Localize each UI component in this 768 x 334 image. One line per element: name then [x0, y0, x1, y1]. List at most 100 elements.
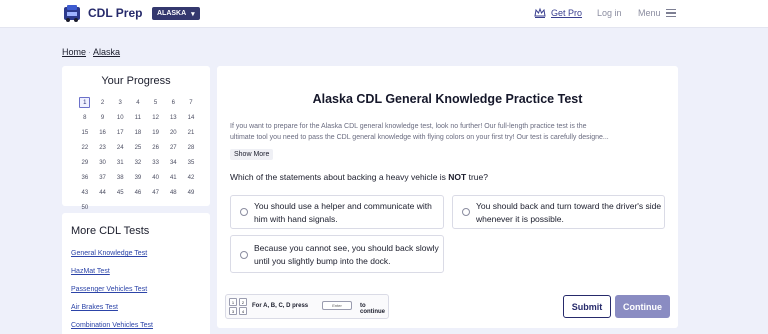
key-1: 1	[229, 298, 237, 306]
question-number-cell[interactable]: 17	[111, 125, 129, 140]
answer-option-c[interactable]: Because you cannot see, you should back …	[230, 235, 444, 273]
more-tests-list: General Knowledge Test HazMat Test Passeng…	[71, 249, 153, 334]
truck-logo-icon[interactable]	[62, 3, 82, 23]
submit-button[interactable]: Submit	[563, 295, 611, 318]
radio-button[interactable]	[240, 208, 248, 216]
question-number-cell[interactable]: 20	[164, 125, 182, 140]
question-emphasis: NOT	[448, 172, 467, 182]
login-link[interactable]: Log in	[597, 8, 622, 18]
question-text: Which of the statements about backing a …	[230, 172, 488, 182]
question-number-cell[interactable]: 12	[147, 110, 165, 125]
breadcrumb-current[interactable]: Alaska	[93, 47, 120, 57]
question-number-cell[interactable]: 31	[111, 155, 129, 170]
question-number-cell[interactable]: 32	[129, 155, 147, 170]
question-number-cell[interactable]: 44	[94, 185, 112, 200]
radio-button[interactable]	[240, 251, 248, 259]
answer-option-a[interactable]: You should use a helper and communicate …	[230, 195, 444, 229]
answer-option-b-text: You should back and turn toward the driv…	[476, 201, 662, 224]
question-number-cell[interactable]: 26	[147, 140, 165, 155]
breadcrumb-separator: ·	[88, 47, 92, 57]
question-number-cell[interactable]: 19	[147, 125, 165, 140]
get-pro-label: Get Pro	[551, 8, 583, 18]
breadcrumb-home[interactable]: Home	[62, 47, 86, 57]
question-number-cell[interactable]: 16	[94, 125, 112, 140]
keyboard-shortcut-hint: 1 2 3 4 For A, B, C, D press Enter to co…	[225, 294, 389, 319]
question-number-cell[interactable]: 41	[164, 170, 182, 185]
more-tests-link[interactable]: HazMat Test	[71, 267, 153, 285]
keyboard-hint-text: For A, B, C, D press	[252, 303, 309, 309]
question-number-cell[interactable]: 22	[76, 140, 94, 155]
question-number-cell[interactable]: 23	[94, 140, 112, 155]
question-number-cell[interactable]: 9	[94, 110, 112, 125]
more-tests-card: More CDL Tests General Knowledge Test Haz…	[62, 213, 210, 334]
keyboard-hint-tail: to continue	[360, 303, 385, 315]
more-tests-link[interactable]: Passenger Vehicles Test	[71, 285, 153, 303]
question-number-cell[interactable]: 10	[111, 110, 129, 125]
brand-name[interactable]: CDL Prep	[88, 6, 142, 20]
question-number-cell[interactable]: 39	[129, 170, 147, 185]
question-number-cell[interactable]: 34	[164, 155, 182, 170]
question-number-cell[interactable]: 4	[129, 95, 147, 110]
question-number-cell[interactable]: 28	[182, 140, 200, 155]
page-title: Alaska CDL General Knowledge Practice Te…	[312, 92, 583, 106]
question-number-cell[interactable]: 13	[164, 110, 182, 125]
question-number-cell[interactable]: 27	[164, 140, 182, 155]
question-number-cell[interactable]: 42	[182, 170, 200, 185]
question-number-cell[interactable]: 29	[76, 155, 94, 170]
question-number-cell[interactable]: 36	[76, 170, 94, 185]
get-pro-link[interactable]: Get Pro	[534, 7, 582, 19]
question-number-cell[interactable]: 1	[79, 97, 91, 108]
question-number-cell[interactable]: 11	[129, 110, 147, 125]
question-number-cell[interactable]: 18	[129, 125, 147, 140]
question-number-cell[interactable]: 40	[147, 170, 165, 185]
question-number-cell[interactable]: 48	[164, 185, 182, 200]
key-2: 2	[239, 298, 247, 306]
question-number-cell[interactable]: 25	[129, 140, 147, 155]
answer-option-c-text: Because you cannot see, you should back …	[254, 243, 439, 266]
more-tests-title: More CDL Tests	[71, 225, 150, 237]
question-number-cell[interactable]: 35	[182, 155, 200, 170]
question-number-cell[interactable]: 15	[76, 125, 94, 140]
answer-option-b[interactable]: You should back and turn toward the driv…	[452, 195, 665, 229]
question-text-after: true?	[466, 172, 488, 182]
question-number-cell[interactable]: 49	[182, 185, 200, 200]
progress-title: Your Progress	[101, 75, 171, 87]
breadcrumb: Home · Alaska	[62, 47, 120, 57]
crown-icon	[534, 7, 546, 18]
question-number-cell[interactable]: 33	[147, 155, 165, 170]
question-number-cell[interactable]: 38	[111, 170, 129, 185]
more-tests-link[interactable]: General Knowledge Test	[71, 249, 153, 267]
question-number-cell[interactable]: 30	[94, 155, 112, 170]
continue-button[interactable]: Continue	[615, 295, 670, 318]
state-select-value: ALASKA	[157, 10, 187, 17]
question-number-cell[interactable]: 21	[182, 125, 200, 140]
chevron-down-icon: ▾	[191, 10, 195, 18]
question-number-cell[interactable]: 5	[147, 95, 165, 110]
question-number-cell[interactable]: 7	[182, 95, 200, 110]
key-3: 3	[229, 307, 237, 315]
answer-option-a-text: You should use a helper and communicate …	[254, 201, 432, 224]
question-number-cell[interactable]: 37	[94, 170, 112, 185]
menu-button[interactable]: Menu	[638, 8, 676, 18]
show-more-button[interactable]: Show More	[230, 149, 274, 160]
question-number-cell[interactable]: 43	[76, 185, 94, 200]
question-number-cell[interactable]: 8	[76, 110, 94, 125]
more-tests-link[interactable]: Combination Vehicles Test	[71, 321, 153, 334]
hamburger-icon	[665, 9, 676, 17]
question-number-cell[interactable]: 46	[129, 185, 147, 200]
more-tests-link[interactable]: Air Brakes Test	[71, 303, 153, 321]
question-number-cell[interactable]: 47	[147, 185, 165, 200]
question-number-cell[interactable]: 3	[111, 95, 129, 110]
question-number-cell[interactable]: 14	[182, 110, 200, 125]
question-text-before: Which of the statements about backing a …	[230, 172, 449, 182]
state-select[interactable]: ALASKA ▾	[152, 7, 200, 20]
question-number-cell[interactable]: 6	[164, 95, 182, 110]
question-number-cell[interactable]: 45	[111, 185, 129, 200]
intro-text: If you want to prepare for the Alaska CD…	[230, 122, 668, 143]
number-keys-icon: 1 2 3 4	[229, 298, 247, 315]
menu-label: Menu	[638, 8, 661, 18]
question-number-cell[interactable]: 24	[111, 140, 129, 155]
question-number-cell[interactable]: 2	[94, 95, 112, 110]
top-navigation-bar: CDL Prep ALASKA ▾ Get Pro Log in Menu	[0, 0, 768, 28]
radio-button[interactable]	[462, 208, 470, 216]
